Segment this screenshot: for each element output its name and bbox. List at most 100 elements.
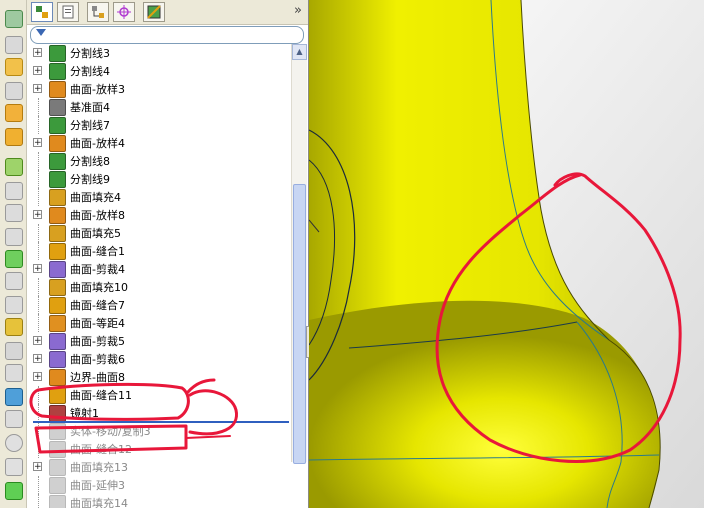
tree-item[interactable]: + 分割线4	[27, 62, 289, 80]
expand-toggle[interactable]: +	[33, 138, 42, 148]
surface-loft-icon	[49, 207, 66, 224]
surface-trim-icon	[49, 261, 66, 278]
feature-tree: + 分割线3 + 分割线4 + 曲面-放样3 基准面4 分割线7 + 曲面-放样4 分割线8 分割线9…	[27, 44, 289, 508]
camera-icon[interactable]	[5, 342, 23, 360]
expand-toggle[interactable]: +	[33, 372, 42, 382]
tree-item[interactable]: + 分割线3	[27, 44, 289, 62]
rollback-bar[interactable]	[33, 421, 289, 423]
loft-icon[interactable]	[5, 128, 23, 146]
expand-toggle[interactable]: +	[33, 48, 42, 58]
tab-configuration-manager[interactable]	[87, 2, 109, 22]
surface-loft-icon	[49, 81, 66, 98]
sweep-icon[interactable]	[5, 82, 23, 100]
tree-connector	[38, 314, 40, 332]
model-view	[309, 0, 704, 508]
tree-connector	[38, 242, 40, 260]
mirror-tool-icon[interactable]	[5, 296, 23, 314]
tree-connector	[38, 188, 40, 206]
expand-toggle[interactable]: +	[33, 210, 42, 220]
tab-feature-manager[interactable]	[31, 2, 53, 22]
fillet-icon[interactable]	[5, 228, 23, 246]
measure-icon[interactable]	[5, 364, 23, 382]
property-icon	[62, 5, 74, 19]
tree-item[interactable]: 曲面填充10	[27, 278, 289, 296]
tree-item[interactable]: 分割线7	[27, 116, 289, 134]
reference-icon[interactable]	[5, 318, 23, 336]
graphics-viewport[interactable]	[309, 0, 704, 508]
cube-icon[interactable]	[5, 250, 23, 268]
move-icon[interactable]	[5, 410, 23, 428]
rebuild-icon[interactable]	[5, 482, 23, 500]
surface-loft-icon	[49, 135, 66, 152]
tree-item[interactable]: 曲面-缝合12	[27, 440, 289, 458]
tree-item[interactable]: 镜射1	[27, 404, 289, 422]
tree-connector	[38, 98, 40, 116]
offset-icon[interactable]	[5, 182, 23, 200]
tree-item[interactable]: 分割线8	[27, 152, 289, 170]
surface-knit-icon	[49, 243, 66, 260]
feature-manager-panel: » + 分割线3 + 分割线4 + 曲面-放样3 基准面4 分割线7 + 曲面-放样4 分割线8 分割…	[27, 0, 310, 508]
tree-item[interactable]: 曲面-等距4	[27, 314, 289, 332]
pattern-icon[interactable]	[5, 272, 23, 290]
tree-item[interactable]: 曲面-延伸3	[27, 476, 289, 494]
magnet-icon[interactable]	[5, 104, 23, 122]
split-line-icon	[49, 117, 66, 134]
tree-item[interactable]: 曲面填充5	[27, 224, 289, 242]
surface-icon[interactable]	[5, 158, 23, 176]
tree-item-label: 曲面填充5	[70, 227, 121, 240]
thicken-icon[interactable]	[5, 204, 23, 222]
sketch-icon[interactable]	[5, 10, 23, 28]
tree-item[interactable]: + 曲面-放样3	[27, 80, 289, 98]
tree-item-label: 曲面-缝合11	[70, 389, 132, 402]
tree-item[interactable]: 曲面-缝合11	[27, 386, 289, 404]
tree-item-label: 曲面填充10	[70, 281, 128, 294]
insert-part-icon[interactable]	[5, 388, 23, 406]
tree-item[interactable]: 曲面-缝合7	[27, 296, 289, 314]
tree-item[interactable]: + 曲面-放样4	[27, 134, 289, 152]
tree-item[interactable]: + 曲面-剪裁4	[27, 260, 289, 278]
tree-item[interactable]: + 曲面-放样8	[27, 206, 289, 224]
scroll-thumb[interactable]	[293, 184, 306, 464]
tree-item[interactable]: + 边界-曲面8	[27, 368, 289, 386]
scroll-up-button[interactable]: ▲	[292, 44, 307, 60]
tree-item-label: 曲面-剪裁6	[70, 353, 125, 366]
tree-connector	[38, 296, 40, 314]
expand-toggle[interactable]: +	[33, 66, 42, 76]
tree-connector	[38, 224, 40, 242]
tree-item[interactable]: + 曲面-剪裁6	[27, 350, 289, 368]
revolve-icon[interactable]	[5, 58, 23, 76]
tab-display-manager[interactable]	[143, 2, 165, 22]
tree-item[interactable]: 曲面-缝合1	[27, 242, 289, 260]
tree-connector	[38, 476, 40, 494]
tree-item[interactable]: 曲面填充14	[27, 494, 289, 508]
dome-icon[interactable]	[5, 458, 23, 476]
tree-item-label: 边界-曲面8	[70, 371, 125, 384]
expand-toggle[interactable]: +	[33, 84, 42, 94]
tree-item[interactable]: 分割线9	[27, 170, 289, 188]
filter-input[interactable]	[30, 26, 304, 44]
tree-item-label: 实体-移动/复制3	[70, 425, 151, 438]
cylinder-icon[interactable]	[5, 434, 23, 452]
expand-toggle[interactable]: +	[33, 354, 42, 364]
surface-trim-icon	[49, 351, 66, 368]
expand-toggle[interactable]: +	[33, 336, 42, 346]
tab-dimxpert-manager[interactable]	[113, 2, 135, 22]
tree-connector	[38, 404, 40, 422]
tree-item-label: 曲面-剪裁4	[70, 263, 125, 276]
tree-item-label: 曲面填充4	[70, 191, 121, 204]
tree-item[interactable]: 曲面填充4	[27, 188, 289, 206]
tree-scrollbar[interactable]: ▲	[291, 44, 307, 464]
tab-property-manager[interactable]	[57, 2, 79, 22]
tree-item[interactable]: + 曲面-剪裁5	[27, 332, 289, 350]
expand-tabs-icon[interactable]: »	[294, 3, 302, 18]
tree-item-label: 分割线4	[70, 65, 110, 78]
surface-knit-icon	[49, 387, 66, 404]
surface-fill-icon	[49, 495, 66, 508]
expand-toggle[interactable]: +	[33, 462, 42, 472]
tree-item[interactable]: 基准面4	[27, 98, 289, 116]
extrude-icon[interactable]	[5, 36, 23, 54]
expand-toggle[interactable]: +	[33, 264, 42, 274]
tree-item[interactable]: 实体-移动/复制3	[27, 422, 289, 440]
tree-connector	[38, 152, 40, 170]
tree-item[interactable]: + 曲面填充13	[27, 458, 289, 476]
